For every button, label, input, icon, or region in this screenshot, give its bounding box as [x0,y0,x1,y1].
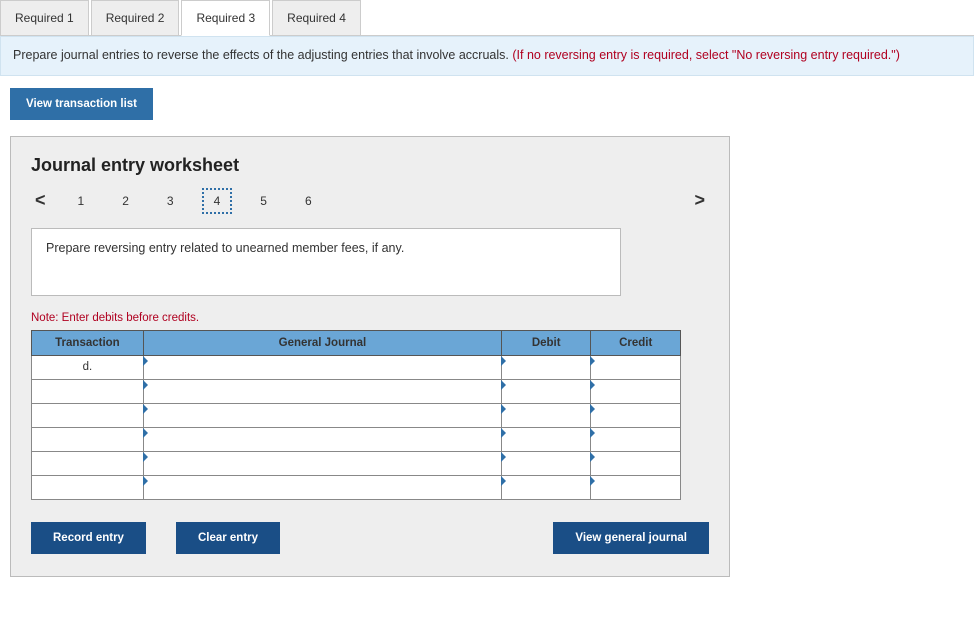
cell-account[interactable] [143,427,501,451]
tab-required-2[interactable]: Required 2 [91,0,180,35]
cell-debit[interactable] [501,475,591,499]
cell-account[interactable] [143,475,501,499]
col-transaction: Transaction [32,330,144,355]
view-general-journal-button[interactable]: View general journal [553,522,709,554]
pager-1[interactable]: 1 [68,190,95,212]
note-text: Note: Enter debits before credits. [31,312,709,324]
cell-credit[interactable] [591,355,681,379]
cell-txn [32,403,144,427]
cell-txn [32,427,144,451]
pager-4[interactable]: 4 [202,188,233,214]
worksheet-title: Journal entry worksheet [31,155,709,176]
view-transaction-list-button[interactable]: View transaction list [10,88,153,120]
cell-credit[interactable] [591,403,681,427]
cell-account[interactable] [143,355,501,379]
tab-required-3[interactable]: Required 3 [181,0,270,36]
cell-account[interactable] [143,451,501,475]
pager-3[interactable]: 3 [157,190,184,212]
instruction-red: (If no reversing entry is required, sele… [512,48,900,62]
pager-next[interactable]: > [690,188,709,213]
pager-prev[interactable]: < [31,188,50,213]
cell-debit[interactable] [501,451,591,475]
instruction-text: Prepare journal entries to reverse the e… [13,48,512,62]
record-entry-button[interactable]: Record entry [31,522,146,554]
cell-account[interactable] [143,403,501,427]
col-debit: Debit [501,330,591,355]
cell-txn: d. [32,355,144,379]
tab-required-1[interactable]: Required 1 [0,0,89,35]
table-row [32,451,681,475]
cell-debit[interactable] [501,427,591,451]
table-row: d. [32,355,681,379]
button-row: Record entry Clear entry View general jo… [31,522,709,554]
cell-credit[interactable] [591,451,681,475]
pager-5[interactable]: 5 [250,190,277,212]
pager-2[interactable]: 2 [112,190,139,212]
cell-account[interactable] [143,379,501,403]
table-row [32,475,681,499]
table-row [32,379,681,403]
cell-debit[interactable] [501,355,591,379]
worksheet-card: Journal entry worksheet < 1 2 3 4 5 6 > … [10,136,730,577]
pager: < 1 2 3 4 5 6 > [31,188,709,214]
cell-txn [32,475,144,499]
table-row [32,403,681,427]
clear-entry-button[interactable]: Clear entry [176,522,280,554]
tab-required-4[interactable]: Required 4 [272,0,361,35]
cell-txn [32,451,144,475]
col-credit: Credit [591,330,681,355]
col-general-journal: General Journal [143,330,501,355]
table-row [32,427,681,451]
cell-debit[interactable] [501,403,591,427]
cell-credit[interactable] [591,427,681,451]
cell-credit[interactable] [591,475,681,499]
pager-6[interactable]: 6 [295,190,322,212]
tabs-bar: Required 1 Required 2 Required 3 Require… [0,0,974,36]
instruction-banner: Prepare journal entries to reverse the e… [0,36,974,76]
journal-table: Transaction General Journal Debit Credit… [31,330,681,500]
cell-debit[interactable] [501,379,591,403]
cell-credit[interactable] [591,379,681,403]
entry-prompt: Prepare reversing entry related to unear… [31,228,621,296]
cell-txn [32,379,144,403]
